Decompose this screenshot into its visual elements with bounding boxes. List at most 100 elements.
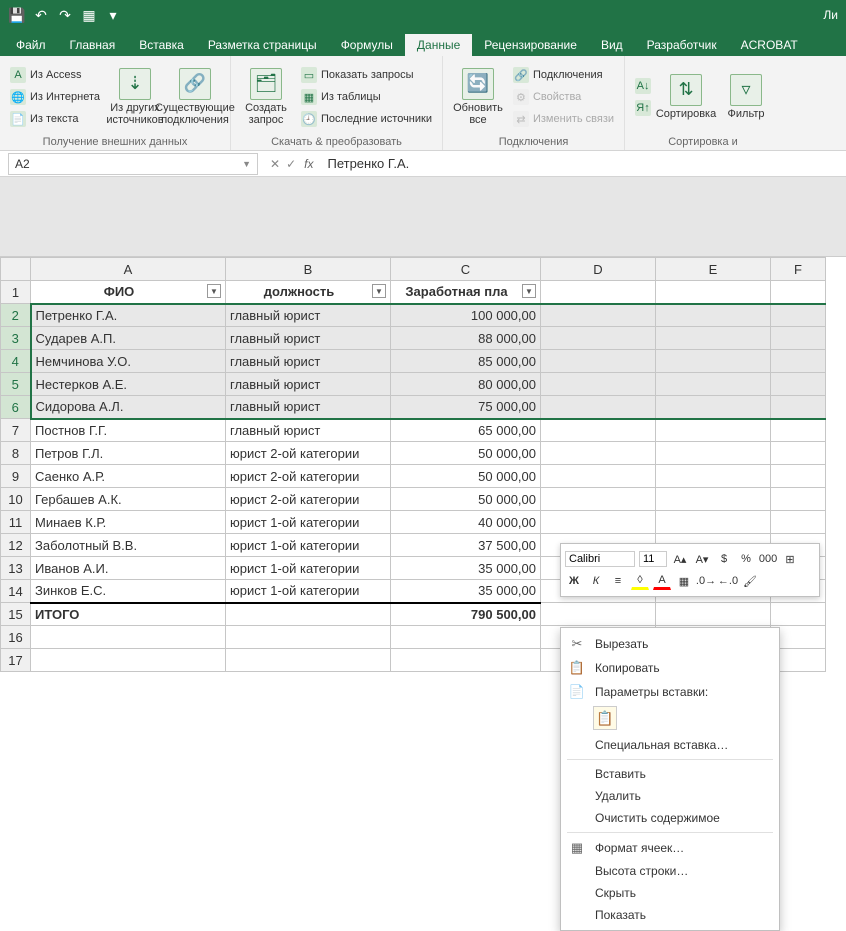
comma-format-icon[interactable]: 000: [759, 550, 777, 568]
cell-total-value[interactable]: 790 500,00: [391, 603, 541, 626]
cell-salary[interactable]: 35 000,00: [391, 580, 541, 603]
cell[interactable]: [771, 511, 826, 534]
cell-salary[interactable]: 75 000,00: [391, 396, 541, 419]
header-cell[interactable]: ФИО▼: [31, 281, 226, 304]
percent-format-icon[interactable]: %: [737, 550, 755, 568]
row-head-2[interactable]: 2: [1, 304, 31, 327]
edit-links-button[interactable]: ⇄Изменить связи: [509, 109, 618, 129]
undo-icon[interactable]: ↶: [32, 6, 50, 24]
from-access-button[interactable]: AИз Access: [6, 65, 104, 85]
cell-fio[interactable]: Гербашев А.К.: [31, 488, 226, 511]
save-icon[interactable]: 💾: [8, 6, 26, 24]
show-queries-button[interactable]: ▭Показать запросы: [297, 65, 436, 85]
recent-sources-button[interactable]: 🕘Последние источники: [297, 109, 436, 129]
cell[interactable]: [656, 396, 771, 419]
cell[interactable]: [771, 465, 826, 488]
increase-font-icon[interactable]: A▴: [671, 550, 689, 568]
cell-pos[interactable]: главный юрист: [226, 304, 391, 327]
accept-formula-icon[interactable]: ✓: [286, 157, 296, 171]
qat-dropdown-icon[interactable]: ▾: [104, 6, 122, 24]
tab-acrobat[interactable]: ACROBAT: [729, 34, 810, 56]
redo-icon[interactable]: ↷: [56, 6, 74, 24]
header-cell[interactable]: должность▼: [226, 281, 391, 304]
filter-dropdown-icon[interactable]: ▼: [207, 284, 221, 298]
tab-file[interactable]: Файл: [4, 34, 58, 56]
cancel-formula-icon[interactable]: ✕: [270, 157, 280, 171]
cell-fio[interactable]: Заболотный В.В.: [31, 534, 226, 557]
row-head-10[interactable]: 10: [1, 488, 31, 511]
connections-button[interactable]: 🔗Подключения: [509, 65, 618, 85]
cell-pos[interactable]: юрист 2-ой категории: [226, 488, 391, 511]
tab-page-layout[interactable]: Разметка страницы: [196, 34, 329, 56]
tab-home[interactable]: Главная: [58, 34, 128, 56]
col-head-E[interactable]: E: [656, 258, 771, 281]
insert-item[interactable]: Вставить: [561, 763, 779, 785]
cell-pos[interactable]: юрист 2-ой категории: [226, 465, 391, 488]
cell[interactable]: [656, 603, 771, 626]
cell[interactable]: [541, 419, 656, 442]
cell[interactable]: [771, 327, 826, 350]
col-head-B[interactable]: B: [226, 258, 391, 281]
row-head-1[interactable]: 1: [1, 281, 31, 304]
filter-dropdown-icon[interactable]: ▼: [522, 284, 536, 298]
cell-fio[interactable]: Немчинова У.О.: [31, 350, 226, 373]
row-head-12[interactable]: 12: [1, 534, 31, 557]
cell-salary[interactable]: 35 000,00: [391, 557, 541, 580]
font-name-input[interactable]: [565, 551, 635, 567]
increase-decimal-icon[interactable]: .0→: [697, 572, 715, 590]
grid-icon[interactable]: ▦: [80, 6, 98, 24]
col-head-D[interactable]: D: [541, 258, 656, 281]
sort-az-button[interactable]: А↓: [631, 76, 655, 96]
row-head-13[interactable]: 13: [1, 557, 31, 580]
cell-pos[interactable]: главный юрист: [226, 373, 391, 396]
cell[interactable]: [541, 488, 656, 511]
cell-fio[interactable]: Иванов А.И.: [31, 557, 226, 580]
tab-data[interactable]: Данные: [405, 34, 472, 56]
cell[interactable]: [541, 327, 656, 350]
from-web-button[interactable]: 🌐Из Интернета: [6, 87, 104, 107]
cell-pos[interactable]: юрист 1-ой категории: [226, 534, 391, 557]
italic-icon[interactable]: К: [587, 572, 605, 590]
merge-icon[interactable]: ⊞: [781, 550, 799, 568]
align-icon[interactable]: ≡: [609, 572, 627, 590]
sort-button[interactable]: ⇅Сортировка: [657, 60, 715, 134]
cell[interactable]: [771, 419, 826, 442]
cell[interactable]: [31, 626, 226, 649]
hide-item[interactable]: Скрыть: [561, 882, 779, 904]
cell-fio[interactable]: Сударев А.П.: [31, 327, 226, 350]
worksheet-grid[interactable]: ABCDEF1ФИО▼должность▼Заработная пла▼2Пет…: [0, 257, 846, 672]
row-head-3[interactable]: 3: [1, 327, 31, 350]
cell-fio[interactable]: Петренко Г.А.: [31, 304, 226, 327]
sort-za-button[interactable]: Я↑: [631, 98, 655, 118]
row-head-14[interactable]: 14: [1, 580, 31, 603]
row-head-11[interactable]: 11: [1, 511, 31, 534]
cell-pos[interactable]: юрист 2-ой категории: [226, 442, 391, 465]
cell-fio[interactable]: Постнов Г.Г.: [31, 419, 226, 442]
cell[interactable]: [541, 511, 656, 534]
cell[interactable]: [771, 281, 826, 304]
cell-salary[interactable]: 50 000,00: [391, 488, 541, 511]
from-text-button[interactable]: 📄Из текста: [6, 109, 104, 129]
show-item[interactable]: Показать: [561, 904, 779, 926]
cell-fio[interactable]: Сидорова А.Л.: [31, 396, 226, 419]
borders-icon[interactable]: ▦: [675, 572, 693, 590]
cell-pos[interactable]: главный юрист: [226, 350, 391, 373]
cell[interactable]: [656, 350, 771, 373]
cell[interactable]: [541, 350, 656, 373]
filter-button[interactable]: ▿Фильтр: [717, 60, 775, 134]
cell[interactable]: [541, 603, 656, 626]
col-head-F[interactable]: F: [771, 258, 826, 281]
paste-special-item[interactable]: Специальная вставка…: [561, 734, 779, 756]
font-color-icon[interactable]: A: [653, 572, 671, 590]
cell-salary[interactable]: 65 000,00: [391, 419, 541, 442]
select-all-corner[interactable]: [1, 258, 31, 281]
from-table-button[interactable]: ▦Из таблицы: [297, 87, 436, 107]
cell[interactable]: [391, 649, 541, 672]
cell[interactable]: [541, 281, 656, 304]
fill-color-icon[interactable]: ◊: [631, 572, 649, 590]
cell-salary[interactable]: 40 000,00: [391, 511, 541, 534]
cell[interactable]: [656, 511, 771, 534]
cell[interactable]: [226, 649, 391, 672]
format-painter-icon[interactable]: 🖌: [741, 572, 759, 590]
row-head-17[interactable]: 17: [1, 649, 31, 672]
